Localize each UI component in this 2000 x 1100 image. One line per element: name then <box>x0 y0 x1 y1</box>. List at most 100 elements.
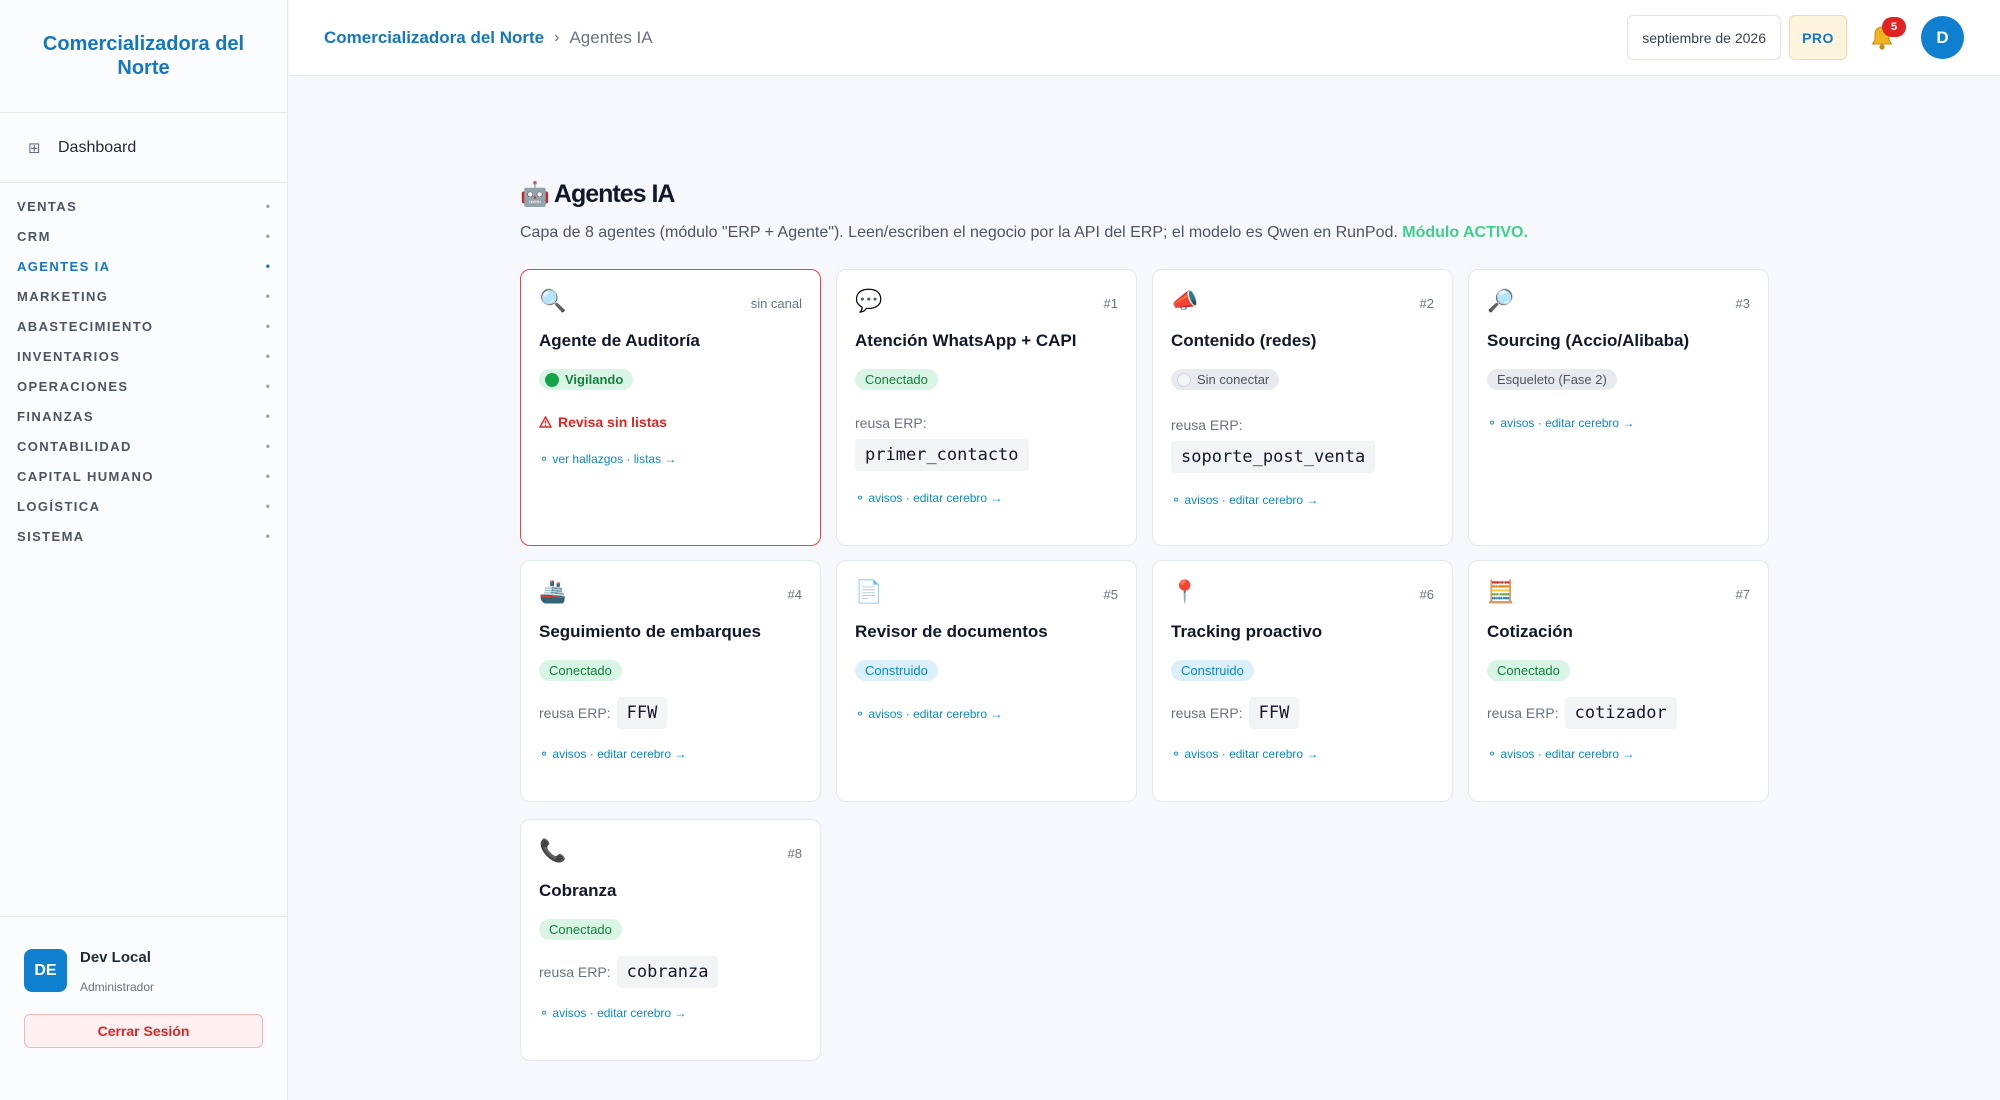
agent-card-3[interactable]: 🔎 #3 Sourcing (Accio/Alibaba) Esqueleto … <box>1468 269 1769 546</box>
user-avatar: DE <box>24 949 67 992</box>
agent-links[interactable]: ⚬ avisos · editar cerebro → <box>1487 416 1750 430</box>
chevron-dot-icon: • <box>265 229 270 243</box>
sidebar-item-label: CONTABILIDAD <box>17 438 132 454</box>
chevron-dot-icon: • <box>265 199 270 213</box>
sidebar: Comercializadora del Norte ⊞ Dashboard V… <box>0 0 288 1100</box>
status-badge: Sin conectar <box>1171 369 1280 390</box>
erp-module-code: cobranza <box>616 956 719 988</box>
agent-card-2[interactable]: 📣 #2 Contenido (redes) Sin conectar reus… <box>1152 269 1453 546</box>
sidebar-item-finanzas[interactable]: FINANZAS • <box>0 401 287 431</box>
page-title-text: Agentes IA <box>553 179 676 208</box>
user-role: Administrador <box>80 980 155 994</box>
chevron-dot-icon: • <box>265 439 270 453</box>
erp-reuse: reusa ERP: soporte_post_venta <box>1171 417 1434 473</box>
erp-reuse: reusa ERP: FFW <box>1171 697 1434 729</box>
agent-card-7[interactable]: 🧮 #7 Cotización Conectado reusa ERP: cot… <box>1468 560 1769 802</box>
agent-card-8[interactable]: 📞 #8 Cobranza Conectado reusa ERP: cobra… <box>520 819 821 1061</box>
agent-links[interactable]: ⚬ avisos · editar cerebro → <box>1171 493 1434 507</box>
erp-reuse: reusa ERP: FFW <box>539 697 802 729</box>
sidebar-item-label: INVENTARIOS <box>17 348 121 364</box>
agent-links[interactable]: ⚬ avisos · editar cerebro → <box>855 491 1118 505</box>
agent-number: #6 <box>1419 587 1434 602</box>
sidebar-item-contabilidad[interactable]: CONTABILIDAD • <box>0 431 287 461</box>
audit-warning: Revisa sin listas <box>539 414 802 430</box>
agent-links[interactable]: ⚬ avisos · editar cerebro → <box>855 707 1118 721</box>
status-badge: Conectado <box>539 919 622 940</box>
sidebar-item-label: AGENTES IA <box>17 258 111 274</box>
sidebar-item-sistema[interactable]: SISTEMA • <box>0 521 287 551</box>
ship-icon: 🚢 <box>539 579 567 604</box>
brand-logo[interactable]: Comercializadora del Norte <box>0 0 287 113</box>
agent-links[interactable]: ⚬ avisos · editar cerebro → <box>1487 747 1750 761</box>
agent-links[interactable]: ⚬ avisos · editar cerebro → <box>539 1006 802 1020</box>
sidebar-item-logistica[interactable]: LOGÍSTICA • <box>0 491 287 521</box>
megaphone-icon: 📣 <box>1171 288 1199 313</box>
sidebar-item-label: VENTAS <box>17 198 78 214</box>
agent-number: #8 <box>787 846 802 861</box>
erp-module-code: FFW <box>616 697 668 729</box>
agent-links[interactable]: ⚬ ver hallazgos · listas → <box>539 452 802 466</box>
erp-reuse: reusa ERP: cotizador <box>1487 697 1750 729</box>
erp-reuse-label: reusa ERP: <box>855 415 927 431</box>
robot-icon: 🤖 <box>520 180 550 208</box>
agent-card-auditoria[interactable]: 🔍 sin canal Agente de Auditoría Vigiland… <box>520 269 821 546</box>
agent-links[interactable]: ⚬ avisos · editar cerebro → <box>539 747 802 761</box>
sidebar-item-capital-humano[interactable]: CAPITAL HUMANO • <box>0 461 287 491</box>
breadcrumb-current: Agentes IA <box>569 27 653 47</box>
sidebar-item-dashboard[interactable]: ⊞ Dashboard <box>0 113 287 183</box>
breadcrumb-separator-icon: › <box>554 28 560 46</box>
page-title: 🤖 Agentes IA <box>520 176 1770 212</box>
magnifier-right-icon: 🔎 <box>1487 288 1515 313</box>
agent-card-6[interactable]: 📍 #6 Tracking proactivo Construido reusa… <box>1152 560 1453 802</box>
agent-card-4[interactable]: 🚢 #4 Seguimiento de embarques Conectado … <box>520 560 821 802</box>
white-dot-icon <box>1177 372 1191 387</box>
agent-card-1[interactable]: 💬 #1 Atención WhatsApp + CAPI Conectado … <box>836 269 1137 546</box>
speech-bubble-icon: 💬 <box>855 288 883 313</box>
abacus-icon: 🧮 <box>1487 579 1515 604</box>
status-label: Vigilando <box>565 372 624 387</box>
brand-name: Comercializadora del Norte <box>42 33 245 79</box>
erp-reuse-label: reusa ERP: <box>1171 416 1243 433</box>
chevron-dot-icon: • <box>265 529 270 543</box>
sidebar-item-inventarios[interactable]: INVENTARIOS • <box>0 341 287 371</box>
sidebar-item-agentes-ia[interactable]: AGENTES IA • <box>0 251 287 281</box>
top-bar: Comercializadora del Norte › Agentes IA … <box>289 0 2000 76</box>
notification-count-badge: 5 <box>1882 16 1906 37</box>
main-content: 🤖 Agentes IA Capa de 8 agentes (módulo "… <box>520 176 1770 1061</box>
sidebar-item-operaciones[interactable]: OPERACIONES • <box>0 371 287 401</box>
breadcrumb-root-link[interactable]: Comercializadora del Norte <box>324 28 544 48</box>
agent-number: #1 <box>1103 296 1118 311</box>
chevron-dot-icon: • <box>265 259 270 273</box>
sidebar-item-label: LOGÍSTICA <box>17 498 101 514</box>
erp-reuse: reusa ERP: cobranza <box>539 956 802 988</box>
logout-button[interactable]: Cerrar Sesión <box>24 1014 263 1048</box>
period-selector[interactable]: septiembre de 2026 <box>1627 15 1781 60</box>
agent-card-5[interactable]: 📄 #5 Revisor de documentos Construido ⚬ … <box>836 560 1137 802</box>
agent-title: Contenido (redes) <box>1171 331 1317 350</box>
agent-number: #5 <box>1103 587 1118 602</box>
agent-title: Seguimiento de embarques <box>539 622 761 641</box>
agent-title: Cotización <box>1487 622 1573 641</box>
sidebar-item-ventas[interactable]: VENTAS • <box>0 191 287 221</box>
status-label: Sin conectar <box>1197 372 1270 387</box>
erp-reuse-label: reusa ERP: <box>1487 705 1559 721</box>
erp-reuse-label: reusa ERP: <box>539 705 611 721</box>
plan-badge[interactable]: PRO <box>1789 15 1847 60</box>
agent-links[interactable]: ⚬ avisos · editar cerebro → <box>1171 747 1434 761</box>
user-profile: DE Dev Local Administrador <box>24 947 263 994</box>
status-badge: Conectado <box>1487 660 1570 681</box>
sidebar-item-crm[interactable]: CRM • <box>0 221 287 251</box>
status-badge: Vigilando <box>539 369 634 390</box>
agent-number: #4 <box>787 587 802 602</box>
agent-number: #2 <box>1419 296 1434 311</box>
sidebar-item-abastecimiento[interactable]: ABASTECIMIENTO • <box>0 311 287 341</box>
warning-text: Revisa sin listas <box>558 413 667 430</box>
sidebar-footer: DE Dev Local Administrador Cerrar Sesión <box>0 916 287 1100</box>
sidebar-item-marketing[interactable]: MARKETING • <box>0 281 287 311</box>
chevron-dot-icon: • <box>265 469 270 483</box>
notifications-button[interactable]: 5 <box>1867 16 1906 58</box>
status-badge: Conectado <box>855 369 938 390</box>
user-avatar-button[interactable]: D <box>1921 16 1964 59</box>
agent-title: Cobranza <box>539 881 617 900</box>
sidebar-item-label: OPERACIONES <box>17 378 129 394</box>
